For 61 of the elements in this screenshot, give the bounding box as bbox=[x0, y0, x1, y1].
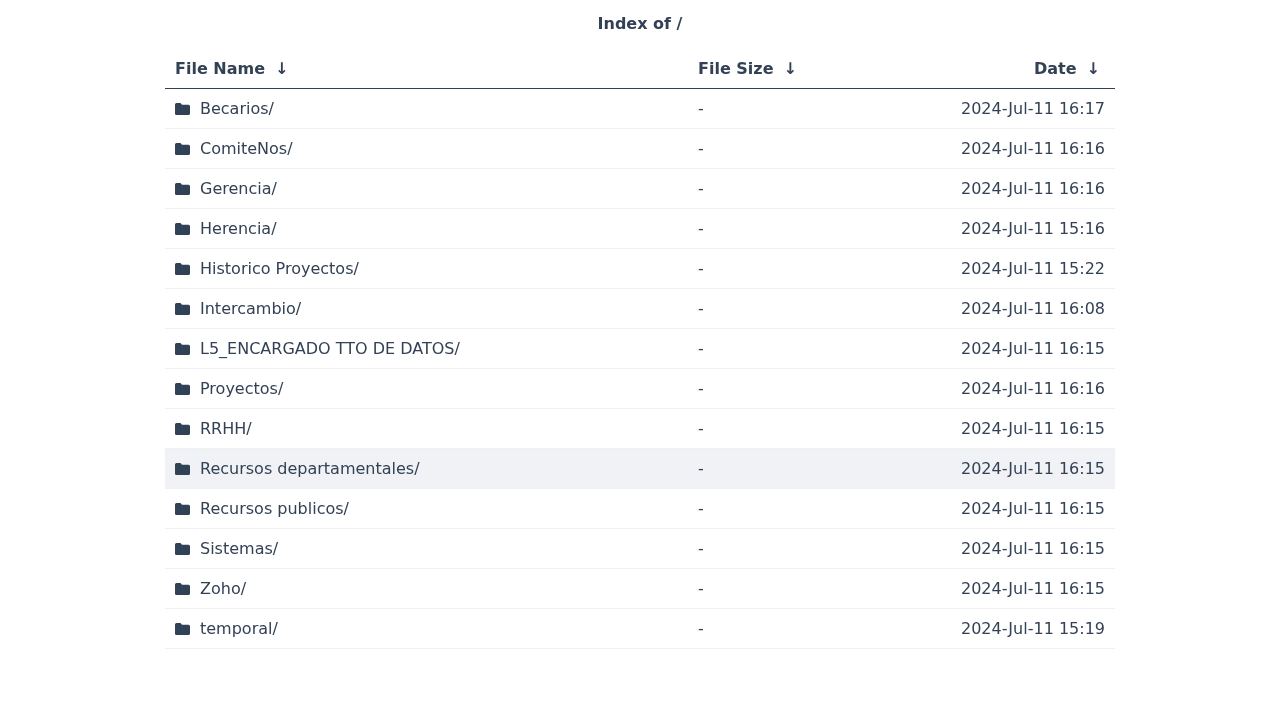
modified-date: 2024-Jul-11 16:15 bbox=[961, 457, 1105, 480]
file-size: - bbox=[698, 137, 704, 160]
folder-link[interactable]: Zoho/ bbox=[200, 576, 247, 601]
modified-date: 2024-Jul-11 15:19 bbox=[961, 617, 1105, 640]
folder-link[interactable]: RRHH/ bbox=[200, 416, 252, 441]
file-row[interactable]: Recursos departamentales/ - 2024-Jul-11 16:15 bbox=[165, 449, 1115, 489]
file-size: - bbox=[698, 417, 704, 440]
folder-link[interactable]: temporal/ bbox=[200, 616, 278, 641]
folder-icon bbox=[175, 582, 190, 595]
folder-icon bbox=[175, 222, 190, 235]
folder-link[interactable]: Proyectos/ bbox=[200, 376, 284, 401]
sort-header-link[interactable]: File Name ↓ bbox=[175, 56, 294, 81]
file-size: - bbox=[698, 577, 704, 600]
folder-link[interactable]: Sistemas/ bbox=[200, 536, 279, 561]
folder-icon bbox=[175, 302, 190, 315]
file-size: - bbox=[698, 97, 704, 120]
folder-link[interactable]: L5_ENCARGADO TTO DE DATOS/ bbox=[200, 336, 460, 361]
modified-date: 2024-Jul-11 16:08 bbox=[961, 297, 1105, 320]
folder-icon bbox=[175, 142, 190, 155]
modified-date: 2024-Jul-11 16:15 bbox=[961, 337, 1105, 360]
folder-icon bbox=[175, 422, 190, 435]
modified-date: 2024-Jul-11 16:15 bbox=[961, 537, 1105, 560]
file-size: - bbox=[698, 497, 704, 520]
folder-link[interactable]: Intercambio/ bbox=[200, 296, 302, 321]
folder-icon bbox=[175, 622, 190, 635]
file-size: - bbox=[698, 337, 704, 360]
folder-link[interactable]: Becarios/ bbox=[200, 96, 274, 121]
folder-icon bbox=[175, 542, 190, 555]
file-size: - bbox=[698, 617, 704, 640]
folder-link[interactable]: Herencia/ bbox=[200, 216, 277, 241]
file-size: - bbox=[698, 457, 704, 480]
sort-header-link[interactable]: Date ↓ bbox=[1034, 56, 1105, 81]
folder-icon bbox=[175, 262, 190, 275]
file-size: - bbox=[698, 297, 704, 320]
modified-date: 2024-Jul-11 15:22 bbox=[961, 257, 1105, 280]
folder-icon bbox=[175, 502, 190, 515]
folder-link[interactable]: Recursos departamentales/ bbox=[200, 456, 420, 481]
file-size: - bbox=[698, 537, 704, 560]
modified-date: 2024-Jul-11 16:16 bbox=[961, 177, 1105, 200]
file-size: - bbox=[698, 177, 704, 200]
file-size: - bbox=[698, 377, 704, 400]
folder-icon bbox=[175, 102, 190, 115]
folder-link[interactable]: Recursos publicos/ bbox=[200, 496, 349, 521]
folder-icon bbox=[175, 182, 190, 195]
modified-date: 2024-Jul-11 16:16 bbox=[961, 377, 1105, 400]
file-size: - bbox=[698, 217, 704, 240]
folder-icon bbox=[175, 382, 190, 395]
modified-date: 2024-Jul-11 15:16 bbox=[961, 217, 1105, 240]
folder-link[interactable]: ComiteNos/ bbox=[200, 136, 293, 161]
file-size: - bbox=[698, 257, 704, 280]
modified-date: 2024-Jul-11 16:17 bbox=[961, 97, 1105, 120]
page-title: Index of / bbox=[597, 14, 683, 34]
modified-date: 2024-Jul-11 16:16 bbox=[961, 137, 1105, 160]
folder-icon bbox=[175, 462, 190, 475]
folder-icon bbox=[175, 342, 190, 355]
modified-date: 2024-Jul-11 16:15 bbox=[961, 577, 1105, 600]
sort-header-link[interactable]: File Size ↓ bbox=[698, 56, 802, 81]
folder-link[interactable]: Gerencia/ bbox=[200, 176, 277, 201]
folder-link[interactable]: Historico Proyectos/ bbox=[200, 256, 359, 281]
modified-date: 2024-Jul-11 16:15 bbox=[961, 417, 1105, 440]
modified-date: 2024-Jul-11 16:15 bbox=[961, 497, 1105, 520]
